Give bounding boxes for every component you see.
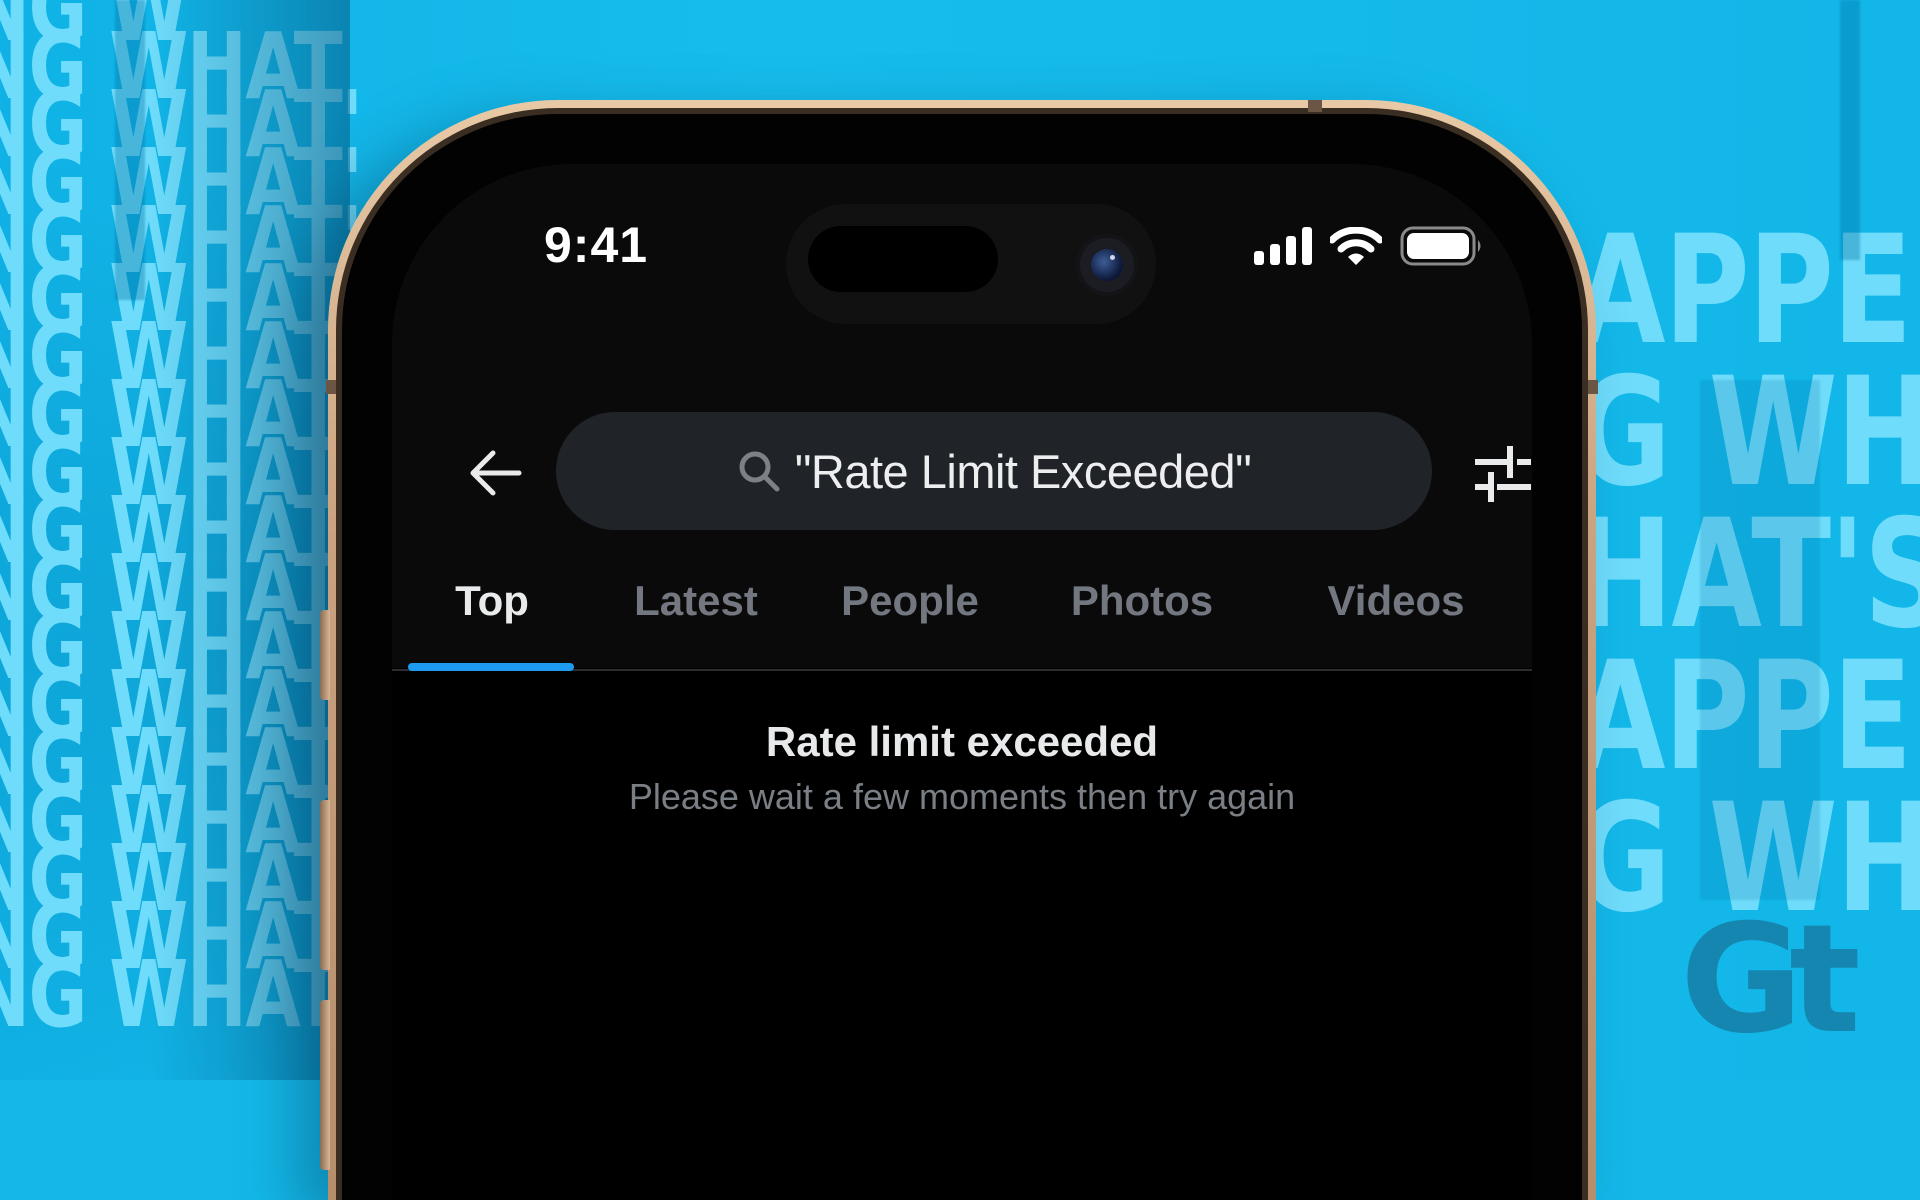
sliders-icon	[1475, 446, 1531, 502]
error-title: Rate limit exceeded	[765, 718, 1159, 765]
island-pill	[808, 226, 998, 292]
back-button[interactable]	[460, 438, 530, 508]
tab-photos[interactable]: Photos	[1071, 577, 1213, 625]
tab-top[interactable]: Top	[455, 577, 529, 625]
tab-videos[interactable]: Videos	[1328, 577, 1465, 625]
volume-up-button	[320, 800, 330, 970]
status-time: 9:41	[544, 217, 649, 273]
dynamic-island	[786, 204, 1156, 324]
battery-icon	[1400, 226, 1481, 266]
phone-frame: 9:41 "Rate Limit Exceeded" Top Latest Pe…	[320, 100, 1598, 1200]
action-button	[320, 610, 330, 700]
watermark-logo: Gt	[1680, 893, 1861, 1067]
wifi-icon	[1330, 227, 1382, 265]
antenna-band	[326, 380, 336, 394]
search-tabs: Top Latest People Photos Videos	[392, 559, 1532, 671]
search-query: "Rate Limit Exceeded"	[794, 444, 1252, 498]
cellular-signal-icon	[1254, 227, 1312, 265]
background-text-row: APPENIN	[1575, 204, 1920, 378]
phone-screen: 9:41 "Rate Limit Exceeded" Top Latest Pe…	[392, 164, 1532, 1200]
error-message: Please wait a few moments then try again	[628, 776, 1296, 817]
antenna-band	[1588, 380, 1598, 394]
grunge-stroke	[1700, 380, 1820, 900]
status-icons	[1254, 226, 1484, 266]
arrow-left-icon	[470, 450, 522, 496]
phone-bezel: 9:41 "Rate Limit Exceeded" Top Latest Pe…	[342, 114, 1582, 1200]
magnifier-icon	[739, 451, 780, 492]
search-filter-button[interactable]	[1462, 434, 1532, 514]
volume-down-button	[320, 1000, 330, 1170]
tab-people[interactable]: People	[841, 577, 979, 625]
antenna-band	[1308, 100, 1322, 112]
active-tab-indicator	[408, 663, 574, 671]
search-input[interactable]: "Rate Limit Exceeded"	[556, 412, 1432, 530]
grunge-stroke	[115, 0, 145, 300]
front-camera-icon	[1076, 234, 1138, 296]
grunge-stroke	[1840, 0, 1860, 260]
tab-latest[interactable]: Latest	[634, 577, 758, 625]
